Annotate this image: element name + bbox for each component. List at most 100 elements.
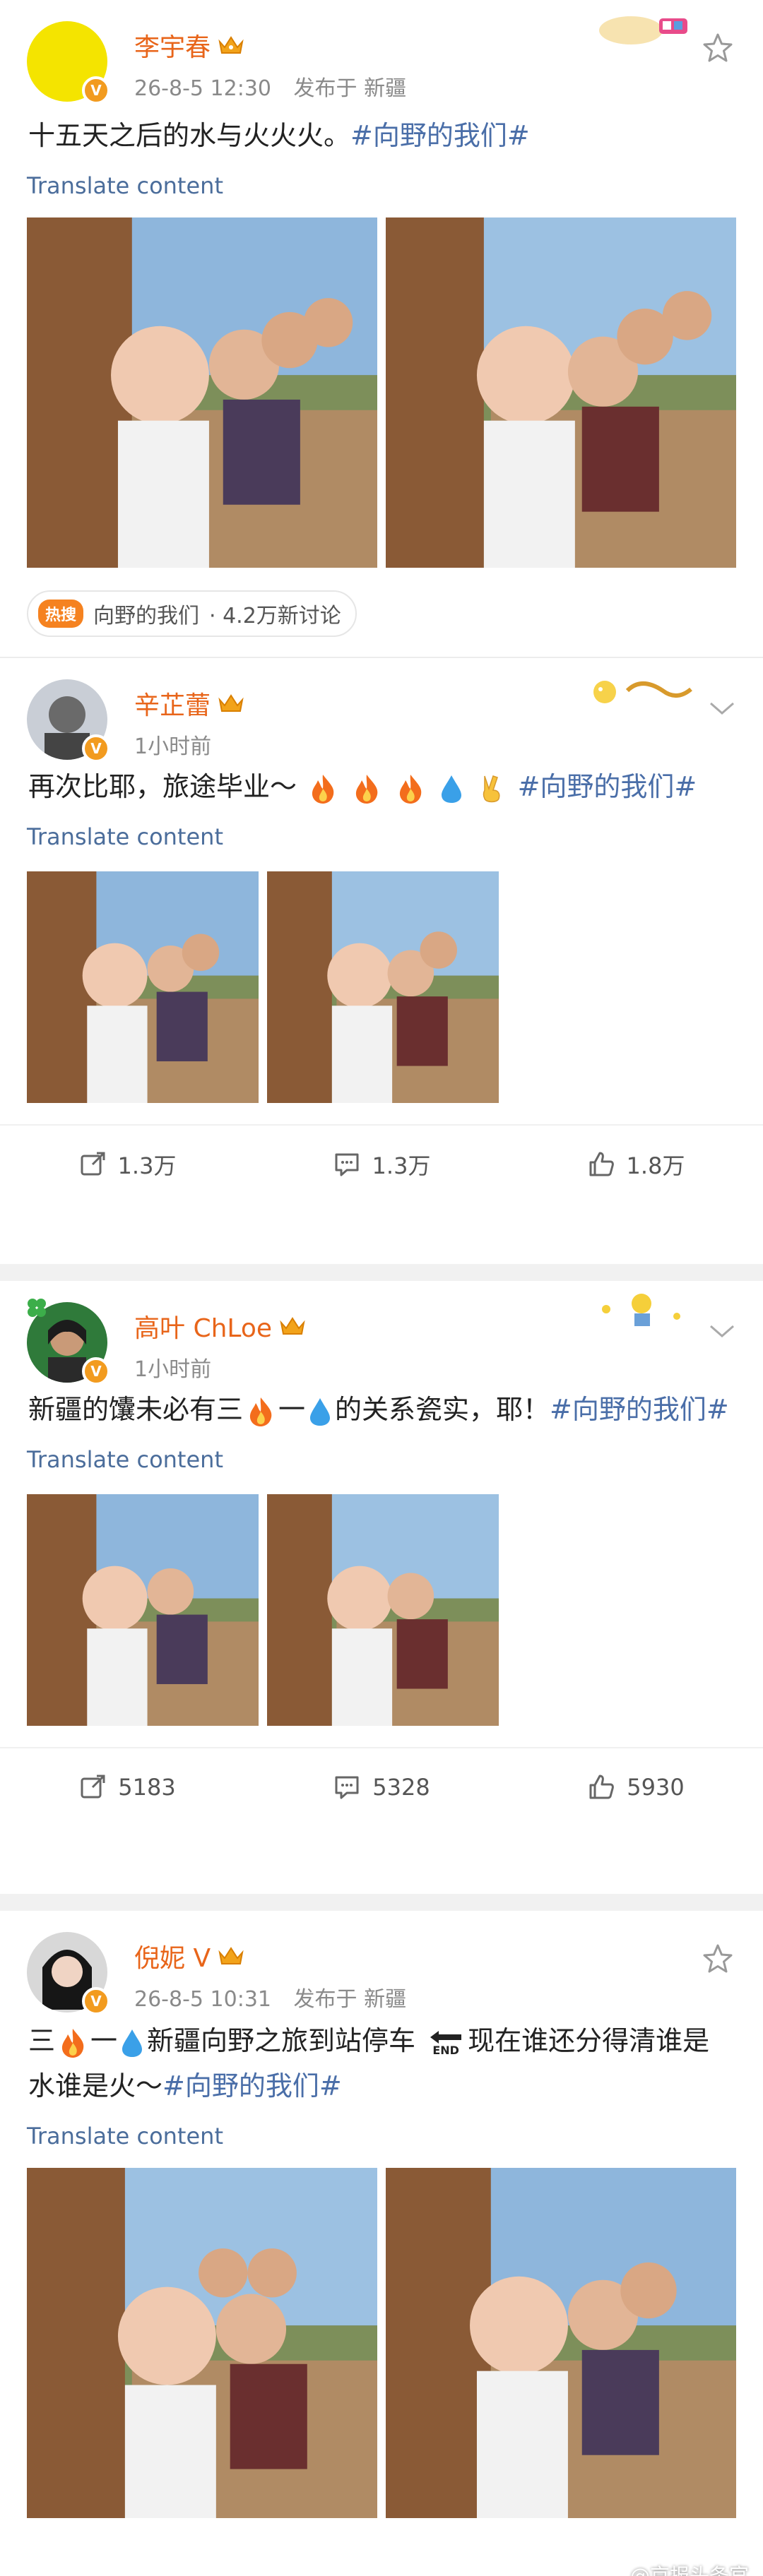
avatar[interactable]: V — [27, 1299, 110, 1385]
droplet-icon — [310, 1397, 331, 1426]
translate-link[interactable]: Translate content — [0, 809, 763, 853]
post-photo[interactable] — [267, 1494, 499, 1726]
like-button[interactable]: 1.8万 — [509, 1148, 763, 1181]
translate-link[interactable]: Translate content — [0, 1432, 763, 1476]
avatar[interactable]: V — [27, 21, 110, 105]
crown-icon — [218, 694, 244, 712]
photo-grid — [0, 853, 763, 1103]
comment-icon — [335, 1776, 359, 1799]
chevron-down-icon[interactable] — [706, 698, 738, 719]
droplet-icon — [122, 2029, 143, 2057]
post-li-yuchun[interactable]: V 李宇春 26-8-5 12:30 发布于 新疆 十五天之后的水与火火火。#向… — [0, 0, 763, 657]
post-xin-zhilei[interactable]: V 辛芷蕾 1小时前 再次比耶，旅途毕业～ #向野的我们# Translate … — [0, 658, 763, 1264]
action-bar: 5183 5328 5930 — [0, 1747, 763, 1826]
verified-badge-icon: V — [82, 76, 110, 105]
divider — [0, 1894, 763, 1911]
post-body: 再次比耶，旅途毕业～ — [28, 771, 297, 802]
divider — [0, 1264, 763, 1281]
verified-badge-icon: V — [82, 1357, 110, 1385]
author-name-text: 李宇春 — [134, 33, 211, 62]
like-icon — [589, 1775, 615, 1799]
avatar[interactable]: V — [27, 1932, 110, 2015]
post-header: V 辛芷蕾 1小时前 — [0, 658, 763, 771]
post-location: 发布于 新疆 — [293, 1987, 407, 2012]
repost-count: 5183 — [118, 1774, 176, 1801]
crown-icon — [218, 36, 244, 54]
topic-count: · 4.2万新讨论 — [209, 604, 341, 628]
post-photo[interactable] — [267, 871, 499, 1103]
post-photo[interactable] — [386, 2168, 736, 2518]
post-meta: 26-8-5 10:31 发布于 新疆 — [134, 1981, 406, 2012]
post-gao-ye[interactable]: V 高叶 ChLoe 1小时前 新疆的馕未必有三 一的关系瓷实，耶！#向野的我们#… — [0, 1281, 763, 1894]
post-time: 1小时前 — [134, 734, 212, 759]
like-count: 5930 — [627, 1774, 685, 1801]
crown-icon — [218, 1947, 244, 1964]
post-body: 十五天之后的水与火火火。 — [28, 120, 351, 151]
sticker-decoration-icon — [602, 1294, 680, 1326]
author-name[interactable]: 李宇春 — [134, 27, 244, 64]
comment-button[interactable]: 1.3万 — [254, 1148, 509, 1181]
post-photo[interactable] — [27, 2168, 377, 2518]
verified-badge-icon: V — [82, 734, 110, 763]
post-time: 26-8-5 12:30 — [134, 76, 271, 101]
hashtag-link[interactable]: #向野的我们# — [350, 120, 530, 151]
author-name[interactable]: 倪妮 V — [134, 1938, 244, 1974]
like-count: 1.8万 — [626, 1152, 685, 1179]
comment-count: 1.3万 — [372, 1152, 431, 1179]
photo-grid — [0, 202, 763, 568]
post-photo[interactable] — [27, 217, 377, 568]
author-name[interactable]: 高叶 ChLoe — [134, 1308, 306, 1344]
fire-icon — [312, 774, 334, 804]
watermark: @京报头条官 — [629, 2564, 749, 2576]
repost-button[interactable]: 5183 — [0, 1773, 254, 1801]
hashtag-link[interactable]: #向野的我们# — [550, 1394, 729, 1425]
post-body: 三 — [28, 2025, 56, 2056]
post-body: 一 — [278, 1394, 306, 1425]
hot-badge: 热搜 — [38, 600, 84, 628]
clover-icon — [28, 1299, 46, 1317]
hashtag-link[interactable]: #向野的我们# — [162, 2070, 342, 2101]
post-body: 新疆的馕未必有三 — [28, 1394, 244, 1425]
post-photo[interactable] — [27, 871, 259, 1103]
post-text: 三一新疆向野之旅到站停车 END 现在谁还分得清谁是水谁是火～#向野的我们# — [0, 2018, 763, 2109]
chevron-down-icon[interactable] — [706, 1320, 738, 1342]
post-body: 的关系瓷实，耶！ — [335, 1394, 550, 1425]
post-body: 一 — [90, 2025, 118, 2056]
translate-link[interactable]: Translate content — [0, 2109, 763, 2152]
comment-button[interactable]: 5328 — [254, 1773, 509, 1801]
star-icon[interactable] — [701, 1942, 735, 1976]
weibo-feed: V 李宇春 26-8-5 12:30 发布于 新疆 十五天之后的水与火火火。#向… — [0, 0, 763, 2576]
repost-button[interactable]: 1.3万 — [0, 1148, 254, 1181]
post-header: V 李宇春 26-8-5 12:30 发布于 新疆 — [0, 0, 763, 113]
crown-icon — [280, 1317, 305, 1335]
post-time: 26-8-5 10:31 — [134, 1987, 271, 2012]
post-time: 1小时前 — [134, 1357, 212, 1382]
fire-icon — [356, 774, 378, 804]
post-text: 十五天之后的水与火火火。#向野的我们# — [0, 113, 763, 158]
topic-label: 向野的我们 — [93, 604, 200, 628]
comment-count: 5328 — [372, 1774, 430, 1801]
star-icon[interactable] — [701, 31, 735, 65]
sticker-decoration-icon — [593, 681, 692, 703]
avatar[interactable]: V — [27, 679, 110, 763]
post-location: 发布于 新疆 — [293, 76, 407, 101]
repost-count: 1.3万 — [117, 1152, 177, 1179]
author-name-text: 倪妮 V — [134, 1944, 211, 1973]
post-header: V 倪妮 V 26-8-5 10:31 发布于 新疆 — [0, 1911, 763, 2024]
end-label: END — [432, 2043, 459, 2057]
author-name-text: 辛芷蕾 — [134, 691, 211, 720]
hashtag-link[interactable]: #向野的我们# — [518, 771, 697, 802]
post-photo[interactable] — [386, 217, 736, 568]
fire-icon — [249, 1397, 272, 1426]
sticker-decoration-icon — [599, 16, 687, 44]
translate-link[interactable]: Translate content — [0, 158, 763, 202]
author-name[interactable]: 辛芷蕾 — [134, 685, 244, 722]
post-body: 新疆向野之旅到站停车 — [147, 2025, 416, 2056]
post-meta: 26-8-5 12:30 发布于 新疆 — [134, 71, 406, 102]
post-ni-ni[interactable]: V 倪妮 V 26-8-5 10:31 发布于 新疆 三一新疆向野之旅到站停车 … — [0, 1911, 763, 2576]
post-photo[interactable] — [27, 1494, 259, 1726]
fire-icon — [61, 2028, 84, 2058]
hot-topic-pill[interactable]: 热搜 向野的我们 · 4.2万新讨论 — [27, 590, 357, 637]
end-arrow-icon: END — [427, 2029, 465, 2056]
like-button[interactable]: 5930 — [509, 1773, 763, 1801]
